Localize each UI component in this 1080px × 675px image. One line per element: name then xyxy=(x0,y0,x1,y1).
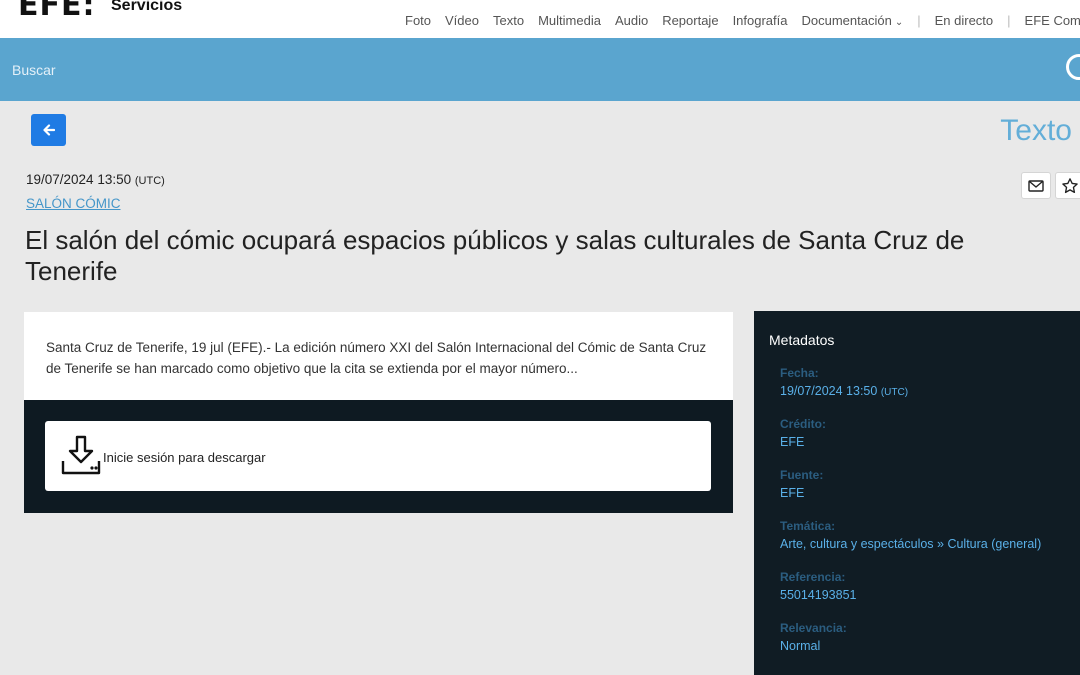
publish-date-value: 19/07/2024 13:50 xyxy=(26,172,132,187)
meta-value-referencia: 55014193851 xyxy=(780,588,857,602)
envelope-icon xyxy=(1028,179,1044,192)
meta-value-tematica[interactable]: Arte, cultura y espectáculos » Cultura (… xyxy=(780,537,1041,570)
metadata-title: Metadatos xyxy=(769,332,835,348)
meta-value-relevancia: Normal xyxy=(780,639,821,653)
top-header: EFE: Servicios Foto Vídeo Texto Multimed… xyxy=(0,0,1080,38)
metadata-list: Fecha: 19/07/2024 13:50 (UTC) Crédito: E… xyxy=(780,366,1041,672)
login-to-download-label: Inicie sesión para descargar xyxy=(103,450,266,465)
download-icon xyxy=(61,435,101,475)
search-bar xyxy=(0,38,1080,101)
nav-item-foto[interactable]: Foto xyxy=(405,13,431,28)
meta-date-value: 19/07/2024 13:50 xyxy=(780,384,878,398)
nav-item-infografia[interactable]: Infografía xyxy=(733,13,788,28)
meta-value-fecha: 19/07/2024 13:50 (UTC) xyxy=(780,384,1041,417)
service-label[interactable]: Servicios xyxy=(111,0,182,15)
download-section: Inicie sesión para descargar xyxy=(24,400,733,513)
nav-item-video[interactable]: Vídeo xyxy=(445,13,479,28)
article-title: El salón del cómic ocupará espacios públ… xyxy=(25,225,965,286)
timezone-label: (UTC) xyxy=(134,175,165,187)
nav-divider: | xyxy=(1007,13,1011,28)
nav-item-multimedia[interactable]: Multimedia xyxy=(538,13,601,28)
meta-label-fuente: Fuente: xyxy=(780,468,824,482)
article-summary: Santa Cruz de Tenerife, 19 jul (EFE).- L… xyxy=(46,340,707,376)
email-button[interactable] xyxy=(1021,172,1051,199)
article-summary-box: Santa Cruz de Tenerife, 19 jul (EFE).- L… xyxy=(24,312,733,400)
arrow-left-icon xyxy=(42,124,55,136)
nav-item-documentacion[interactable]: Documentación ⌄ xyxy=(802,13,904,28)
favorite-button[interactable] xyxy=(1055,172,1080,199)
publish-date: 19/07/2024 13:50 (UTC) xyxy=(26,172,165,187)
metadata-panel: Metadatos Fecha: 19/07/2024 13:50 (UTC) … xyxy=(754,311,1080,675)
nav-item-audio[interactable]: Audio xyxy=(615,13,648,28)
meta-label-referencia: Referencia: xyxy=(780,570,846,584)
nav-item-en-directo[interactable]: En directo xyxy=(935,13,994,28)
nav-documentacion-label: Documentación xyxy=(801,13,892,28)
search-input[interactable] xyxy=(12,62,1012,78)
meta-value-fuente: EFE xyxy=(780,486,805,500)
back-button[interactable] xyxy=(31,114,66,146)
nav-item-efe-comunica[interactable]: EFE Comu xyxy=(1025,13,1080,28)
content-type-label: Texto xyxy=(1000,114,1072,147)
efe-logo[interactable]: EFE: xyxy=(18,0,95,23)
meta-label-relevancia: Relevancia: xyxy=(780,621,847,635)
search-icon[interactable] xyxy=(1066,54,1080,80)
meta-label-credito: Crédito: xyxy=(780,417,826,431)
meta-timezone: (UTC) xyxy=(880,387,909,398)
category-link[interactable]: SALÓN CÓMIC xyxy=(26,196,121,211)
nav-divider: | xyxy=(917,13,921,28)
meta-label-tematica: Temática: xyxy=(780,519,836,533)
nav-item-reportaje[interactable]: Reportaje xyxy=(662,13,718,28)
login-to-download-button[interactable]: Inicie sesión para descargar xyxy=(45,421,711,491)
meta-value-credito: EFE xyxy=(780,435,805,449)
meta-label-fecha: Fecha: xyxy=(780,366,819,380)
main-nav: Foto Vídeo Texto Multimedia Audio Report… xyxy=(405,13,1080,28)
chevron-down-icon: ⌄ xyxy=(894,17,904,28)
star-icon xyxy=(1062,177,1078,193)
nav-item-texto[interactable]: Texto xyxy=(493,13,524,28)
